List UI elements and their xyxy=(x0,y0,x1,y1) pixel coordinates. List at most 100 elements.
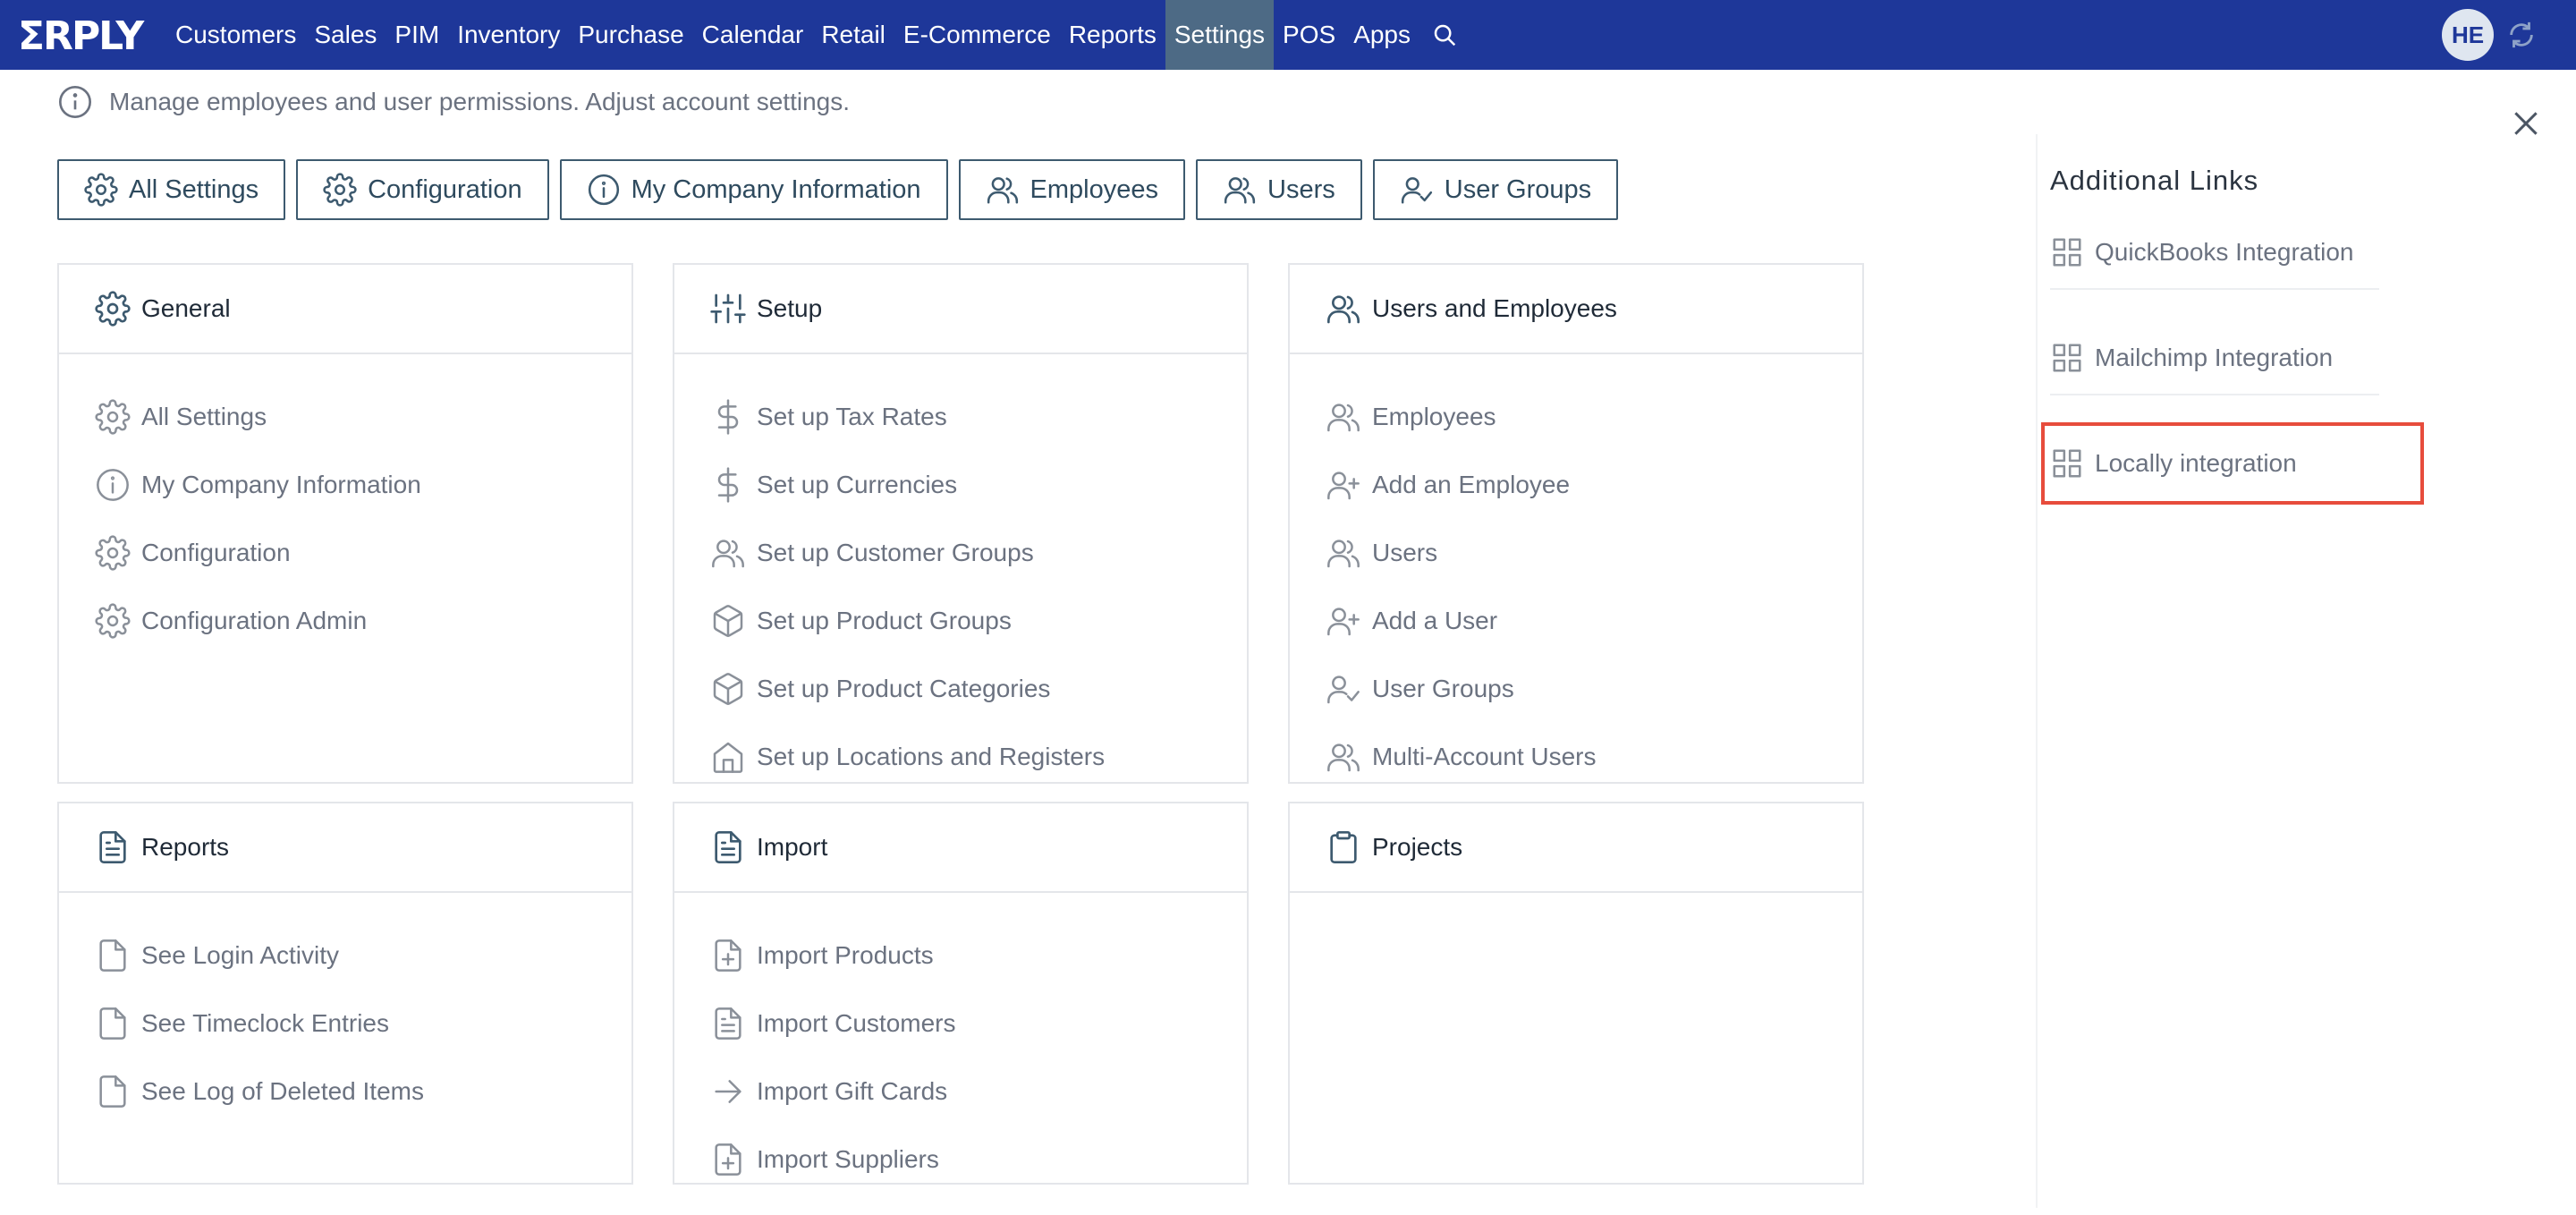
main-menu: Customers Sales PIM Inventory Purchase Calend… xyxy=(166,0,1419,70)
card-link-import-gift-cards[interactable]: Import Gift Cards xyxy=(674,1058,1247,1126)
quick-button-user-groups[interactable]: User Groups xyxy=(1372,159,1619,220)
quick-button-icon xyxy=(323,173,357,207)
additional-link-icon xyxy=(2050,235,2084,269)
card-link-add-an-employee[interactable]: Add an Employee xyxy=(1290,451,1862,519)
quick-button-label: All Settings xyxy=(129,174,259,204)
search-icon xyxy=(1434,24,1456,47)
card-link-users[interactable]: Users xyxy=(1290,519,1862,587)
card-link-employees[interactable]: Employees xyxy=(1290,383,1862,451)
arrow-right-icon xyxy=(715,1080,741,1103)
additional-link-label: QuickBooks Integration xyxy=(2095,238,2354,266)
erply-logo-mark: ΣRPLY xyxy=(18,15,147,55)
file-icon xyxy=(99,1007,126,1040)
quick-button-users[interactable]: Users xyxy=(1196,159,1362,220)
info-icon xyxy=(59,86,91,118)
nav-item-e-commerce[interactable]: E-Commerce xyxy=(894,0,1060,70)
top-navigation-bar: ΣRPLY Customers Sales PIM Inventory Purchase… xyxy=(0,0,2576,70)
card-link-icon xyxy=(1326,671,1361,707)
nav-item-sales[interactable]: Sales xyxy=(305,0,386,70)
card-link-label: Employees xyxy=(1372,403,1496,430)
card-link-icon xyxy=(710,938,746,973)
nav-item-customers[interactable]: Customers xyxy=(166,0,305,70)
box-icon xyxy=(713,605,743,637)
nav-item-pim[interactable]: PIM xyxy=(386,0,448,70)
close-button[interactable] xyxy=(2508,106,2544,141)
card-link-set-up-tax-rates[interactable]: Set up Tax Rates xyxy=(674,383,1247,451)
card-link-set-up-locations-and-registers[interactable]: Set up Locations and Registers xyxy=(674,723,1247,791)
quick-button-all-settings[interactable]: All Settings xyxy=(57,159,286,220)
card-link-see-login-activity[interactable]: See Login Activity xyxy=(59,922,631,990)
card-link-import-products[interactable]: Import Products xyxy=(674,922,1247,990)
card-link-label: Multi-Account Users xyxy=(1372,743,1597,770)
nav-item-apps[interactable]: Apps xyxy=(1344,0,1419,70)
card-link-icon xyxy=(1326,535,1361,571)
card-link-icon xyxy=(710,1074,746,1109)
user-avatar[interactable]: HE xyxy=(2442,9,2494,61)
card-link-configuration-admin[interactable]: Configuration Admin xyxy=(59,587,631,655)
card-link-all-settings[interactable]: All Settings xyxy=(59,383,631,451)
card-link-set-up-customer-groups[interactable]: Set up Customer Groups xyxy=(674,519,1247,587)
card-link-icon xyxy=(95,467,131,503)
card-link-set-up-product-categories[interactable]: Set up Product Categories xyxy=(674,655,1247,723)
card-link-icon xyxy=(95,1006,131,1041)
highlight-box xyxy=(2041,422,2424,505)
card-link-my-company-information[interactable]: My Company Information xyxy=(59,451,631,519)
file-plus-icon xyxy=(715,939,741,972)
card-title: Reports xyxy=(141,833,230,861)
quick-button-employees[interactable]: Employees xyxy=(958,159,1186,220)
card-link-label: All Settings xyxy=(141,403,267,430)
card-link-label: Import Gift Cards xyxy=(757,1077,948,1105)
card-link-label: Users xyxy=(1372,539,1438,566)
card-header-icon xyxy=(95,829,131,865)
card-link-label: Configuration Admin xyxy=(141,607,368,634)
nav-item-pos[interactable]: POS xyxy=(1274,0,1344,70)
nav-item-settings[interactable]: Settings xyxy=(1165,0,1275,70)
card-link-user-groups[interactable]: User Groups xyxy=(1290,655,1862,723)
additional-link-mailchimp-integration[interactable]: Mailchimp Integration xyxy=(2050,322,2379,395)
card-item-list: All Settings My Company Information Config… xyxy=(59,354,631,655)
users-icon xyxy=(1327,295,1360,324)
card-link-multi-account-users[interactable]: Multi-Account Users xyxy=(1290,723,1862,791)
card-link-label: Set up Tax Rates xyxy=(757,403,947,430)
nav-item-retail[interactable]: Retail xyxy=(812,0,894,70)
quick-button-configuration[interactable]: Configuration xyxy=(296,159,549,220)
card-link-label: Set up Product Categories xyxy=(757,675,1051,702)
card-link-label: Set up Locations and Registers xyxy=(757,743,1106,770)
card-link-import-suppliers[interactable]: Import Suppliers xyxy=(674,1126,1247,1194)
card-link-see-timeclock-entries[interactable]: See Timeclock Entries xyxy=(59,990,631,1058)
card-link-add-a-user[interactable]: Add a User xyxy=(1290,587,1862,655)
card-link-label: Import Suppliers xyxy=(757,1145,939,1173)
card-users-and-employees: Users and Employees Employees Add an Emplo… xyxy=(1288,263,1864,784)
erply-logo[interactable]: ΣRPLY xyxy=(18,15,154,55)
card-link-set-up-currencies[interactable]: Set up Currencies xyxy=(674,451,1247,519)
quick-button-my-company-information[interactable]: My Company Information xyxy=(559,159,948,220)
card-link-icon xyxy=(710,671,746,707)
card-link-import-customers[interactable]: Import Customers xyxy=(674,990,1247,1058)
card-item-list: Import Products Import Customers Import Gi… xyxy=(674,893,1247,1194)
card-import: Import Import Products Import Customers Imp… xyxy=(673,802,1249,1185)
nav-item-inventory[interactable]: Inventory xyxy=(448,0,569,70)
refresh-button[interactable] xyxy=(2506,20,2537,50)
card-item-list: See Login Activity See Timeclock Entries S… xyxy=(59,893,631,1126)
nav-item-reports[interactable]: Reports xyxy=(1060,0,1165,70)
card-link-icon xyxy=(1326,399,1361,435)
user-plus-icon xyxy=(1327,472,1360,500)
users-icon xyxy=(987,177,1018,204)
card-link-see-log-of-deleted-items[interactable]: See Log of Deleted Items xyxy=(59,1058,631,1126)
card-item-list: Set up Tax Rates Set up Currencies Set up … xyxy=(674,354,1247,791)
additional-link-quickbooks-integration[interactable]: QuickBooks Integration xyxy=(2050,217,2379,290)
card-link-configuration[interactable]: Configuration xyxy=(59,519,631,587)
quick-button-icon xyxy=(1223,173,1257,207)
svg-text:ΣRPLY: ΣRPLY xyxy=(18,15,145,55)
nav-item-purchase[interactable]: Purchase xyxy=(569,0,692,70)
card-link-icon xyxy=(95,535,131,571)
nav-search-button[interactable] xyxy=(1419,0,1470,70)
additional-links-title: Additional Links xyxy=(2050,165,2259,196)
card-link-set-up-product-groups[interactable]: Set up Product Groups xyxy=(674,587,1247,655)
card-header: General xyxy=(59,265,631,354)
gear-icon xyxy=(323,173,357,207)
nav-item-calendar[interactable]: Calendar xyxy=(693,0,813,70)
users-icon xyxy=(1224,177,1256,204)
card-link-icon xyxy=(710,603,746,639)
card-link-icon xyxy=(710,739,746,775)
